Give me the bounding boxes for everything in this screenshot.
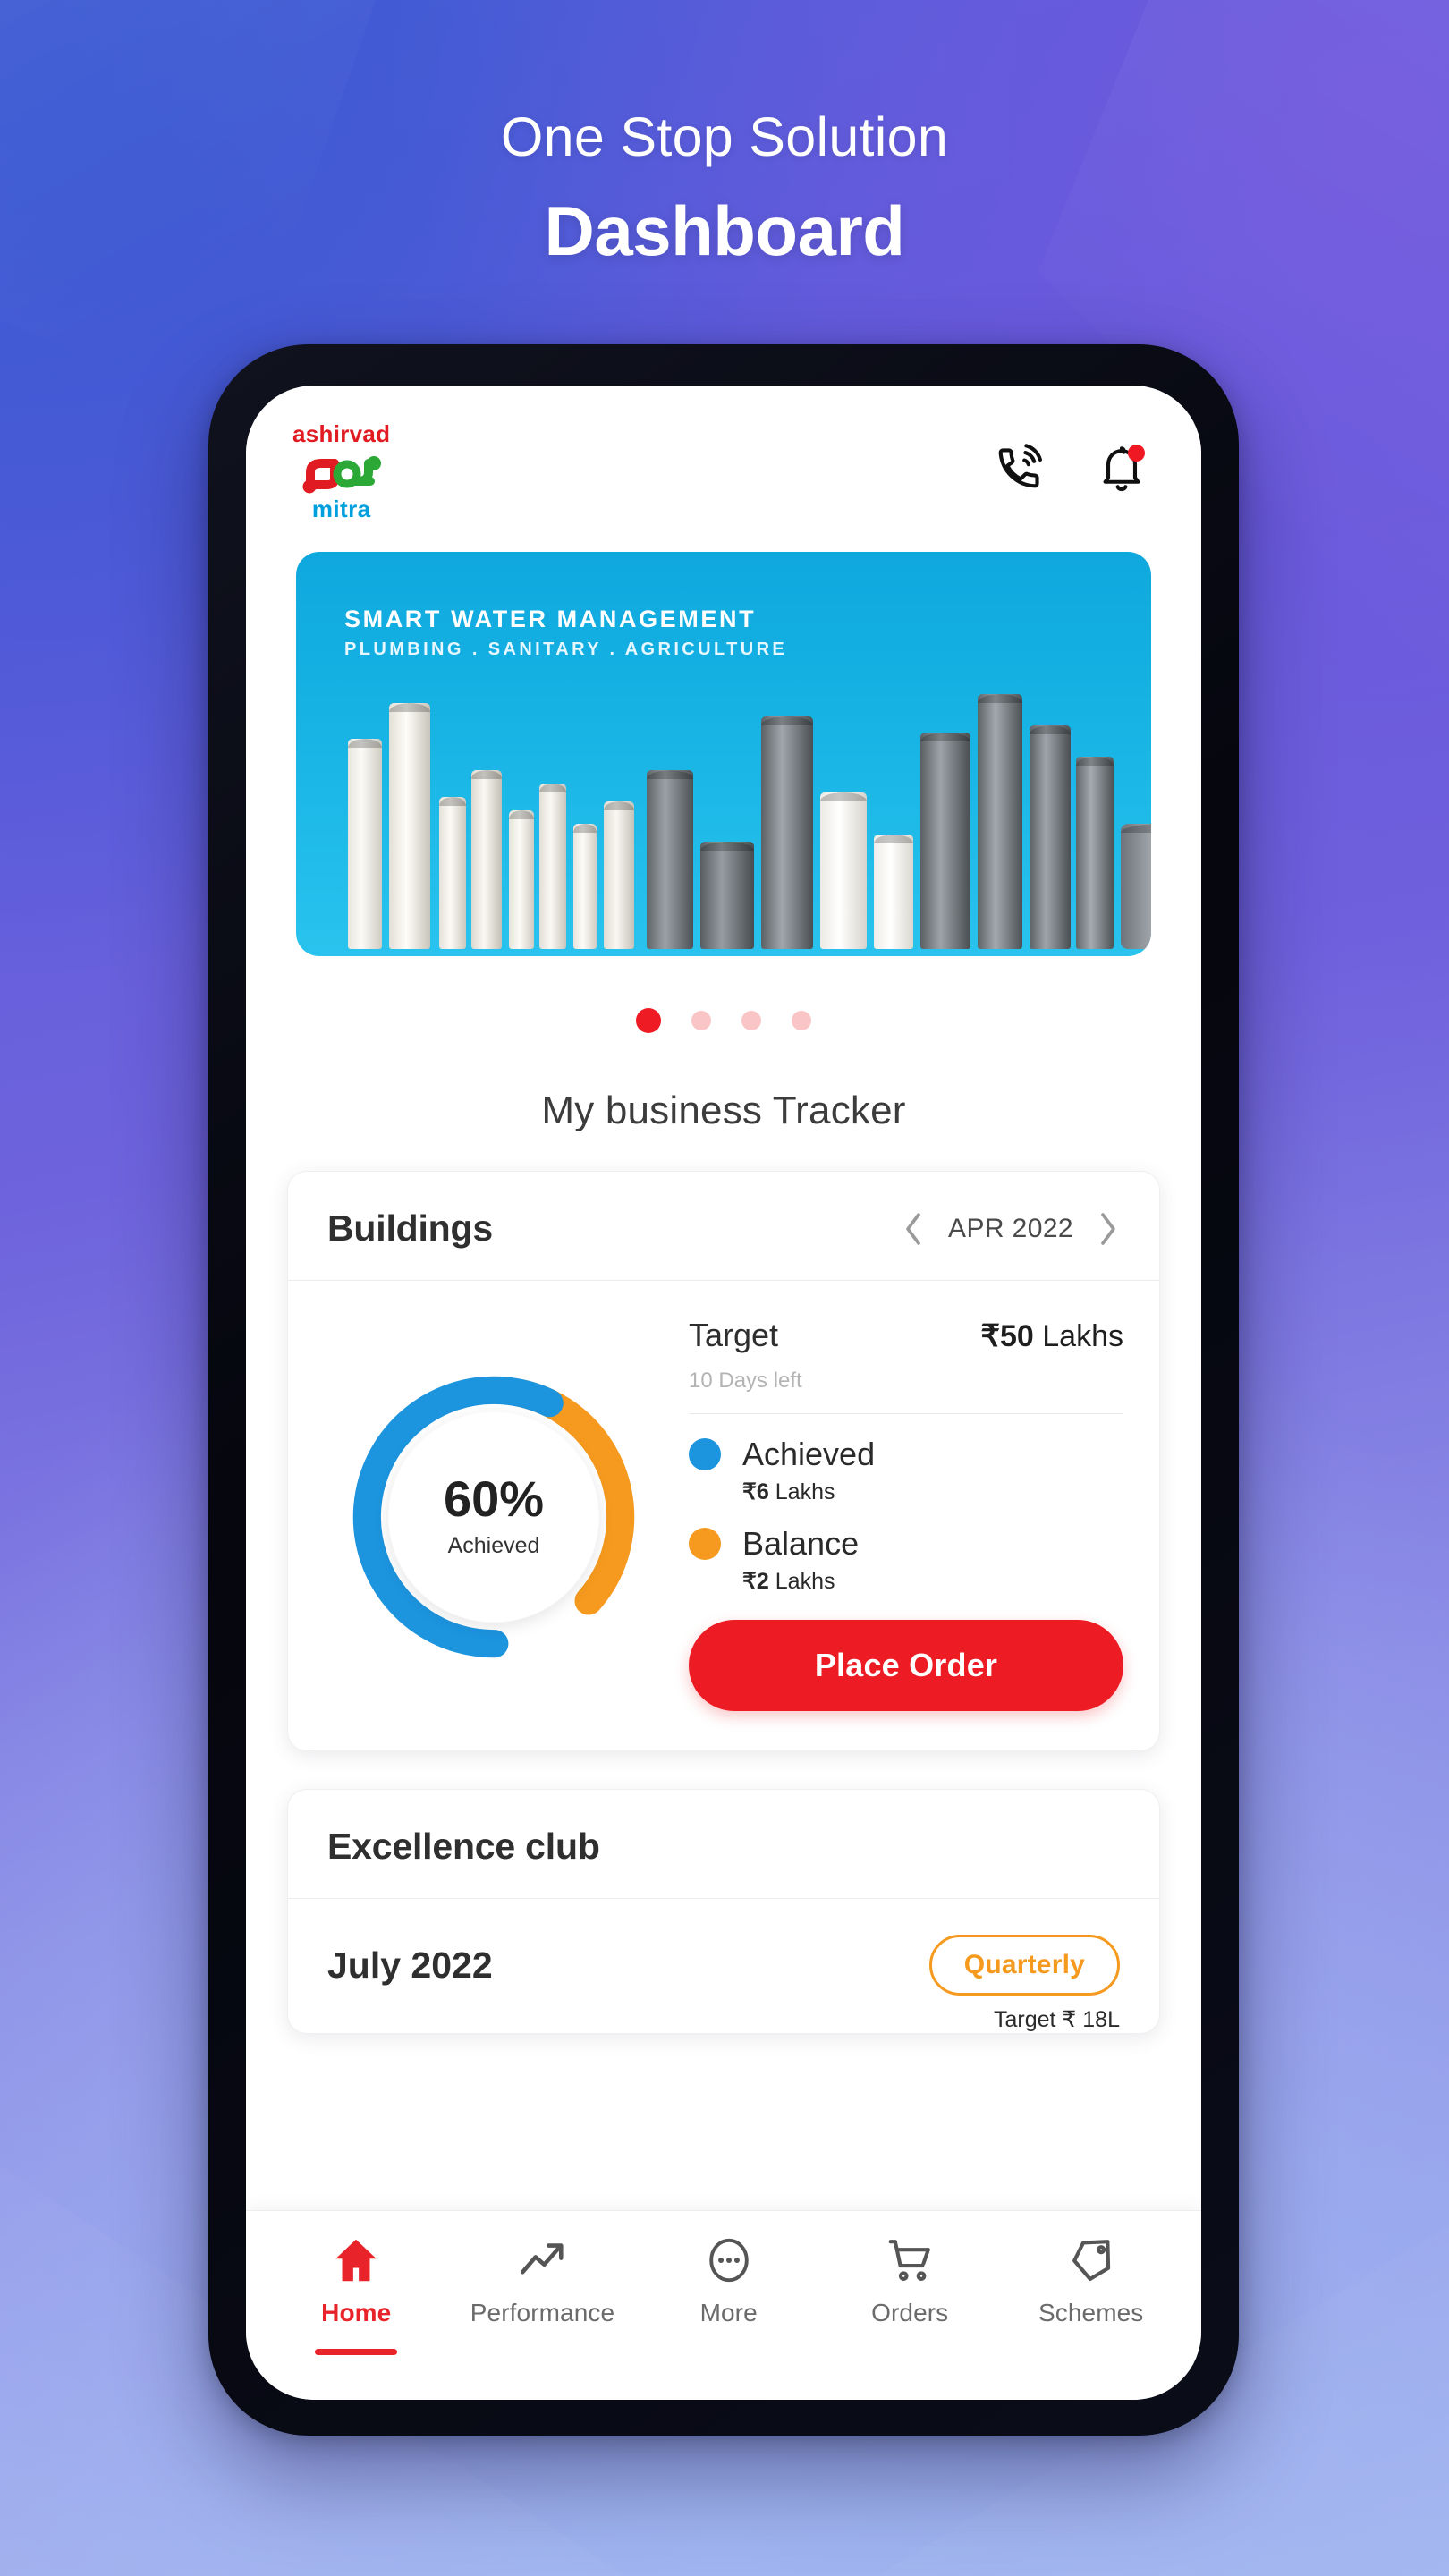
ashirvad-logo-mark bbox=[302, 456, 381, 494]
legend-item-balance: Balance ₹2 Lakhs bbox=[689, 1525, 1123, 1595]
legend-amount-achieved: ₹6 bbox=[742, 1479, 769, 1504]
home-icon bbox=[328, 2234, 384, 2286]
nav-item-orders[interactable]: Orders bbox=[843, 2234, 977, 2327]
banner-subtitle: PLUMBING . SANITARY . AGRICULTURE bbox=[344, 640, 788, 659]
business-tracker-card: Buildings APR 2022 60% Achieved Target ₹… bbox=[287, 1171, 1160, 1751]
carousel-dot-4[interactable] bbox=[792, 1011, 811, 1030]
brand-name-bottom: mitra bbox=[311, 496, 371, 522]
tracker-stats-column: Target ₹50 Lakhs 10 Days left Achieved ₹… bbox=[673, 1311, 1123, 1711]
banner-product-image bbox=[296, 681, 1151, 949]
legend-amount-balance: ₹2 bbox=[742, 1569, 769, 1594]
nav-item-performance[interactable]: Performance bbox=[470, 2234, 614, 2327]
trending-up-icon bbox=[514, 2234, 570, 2286]
legend-name-balance: Balance bbox=[742, 1525, 860, 1562]
nav-label-more: More bbox=[699, 2299, 758, 2326]
notification-badge bbox=[1128, 445, 1145, 462]
tracker-card-body: 60% Achieved Target ₹50 Lakhs 10 Days le… bbox=[288, 1281, 1159, 1750]
legend-unit-achieved: Lakhs bbox=[775, 1479, 835, 1504]
period-label: APR 2022 bbox=[948, 1213, 1073, 1243]
section-title: My business Tracker bbox=[541, 1089, 906, 1132]
tag-icon bbox=[1063, 2234, 1119, 2286]
excellence-card-title: Excellence club bbox=[327, 1826, 600, 1867]
donut-percent-caption: Achieved bbox=[447, 1533, 540, 1558]
excellence-card-header: Excellence club bbox=[288, 1790, 1159, 1899]
app-header: ashirvad mitra bbox=[246, 386, 1201, 552]
legend-swatch-balance bbox=[689, 1528, 721, 1560]
target-amount: ₹50 bbox=[980, 1319, 1034, 1353]
shopping-cart-icon bbox=[882, 2234, 937, 2286]
more-dots-icon bbox=[701, 2234, 757, 2286]
legend-value-achieved: ₹6 Lakhs bbox=[742, 1479, 1123, 1505]
legend-item-achieved: Achieved ₹6 Lakhs bbox=[689, 1436, 1123, 1505]
stats-divider bbox=[689, 1413, 1123, 1414]
headline-eyebrow: One Stop Solution bbox=[500, 106, 949, 167]
donut-percent: 60% bbox=[443, 1470, 545, 1527]
banner-title: SMART WATER MANAGEMENT bbox=[344, 606, 757, 632]
excellence-target-text: Target ₹ 18L bbox=[994, 2007, 1120, 2032]
legend-unit-balance: Lakhs bbox=[775, 1569, 835, 1594]
chevron-left-icon[interactable] bbox=[902, 1211, 925, 1247]
bell-icon[interactable] bbox=[1096, 443, 1148, 495]
phone-mockup: ashirvad mitra SMART WATER MANAGEMENT PL… bbox=[208, 344, 1239, 2436]
nav-active-indicator bbox=[315, 2349, 398, 2355]
banner-carousel[interactable]: SMART WATER MANAGEMENT PLUMBING . SANITA… bbox=[246, 552, 1201, 956]
nav-label-schemes: Schemes bbox=[1038, 2299, 1144, 2326]
phone-call-icon[interactable] bbox=[992, 443, 1044, 495]
tracker-card-title: Buildings bbox=[327, 1208, 493, 1249]
page-headline: One Stop Solution Dashboard bbox=[0, 106, 1449, 270]
tracker-card-header: Buildings APR 2022 bbox=[288, 1172, 1159, 1281]
nav-item-schemes[interactable]: Schemes bbox=[1024, 2234, 1158, 2327]
carousel-dot-3[interactable] bbox=[741, 1011, 761, 1030]
page-title: Dashboard bbox=[544, 191, 905, 271]
donut-chart-column: 60% Achieved bbox=[324, 1311, 664, 1711]
header-actions bbox=[992, 443, 1148, 495]
phone-screen: ashirvad mitra SMART WATER MANAGEMENT PL… bbox=[246, 386, 1201, 2400]
bottom-navigation: Home Performance More Orders Schemes bbox=[246, 2210, 1201, 2400]
chevron-right-icon[interactable] bbox=[1097, 1211, 1120, 1247]
nav-item-home[interactable]: Home bbox=[289, 2234, 423, 2355]
banner-slide[interactable]: SMART WATER MANAGEMENT PLUMBING . SANITA… bbox=[296, 552, 1151, 956]
target-unit: Lakhs bbox=[1042, 1319, 1123, 1353]
donut-center-label: 60% Achieved bbox=[388, 1411, 599, 1623]
app-logo[interactable]: ashirvad mitra bbox=[292, 417, 390, 521]
nav-label-orders: Orders bbox=[871, 2299, 949, 2326]
target-row: Target ₹50 Lakhs bbox=[689, 1317, 1123, 1354]
days-left-text: 10 Days left bbox=[689, 1368, 802, 1393]
excellence-month-row: July 2022 Quarterly bbox=[288, 1899, 1159, 2006]
period-selector[interactable]: APR 2022 bbox=[902, 1211, 1120, 1247]
quarterly-badge[interactable]: Quarterly bbox=[928, 1935, 1120, 1996]
nav-label-home: Home bbox=[321, 2299, 392, 2326]
place-order-button[interactable]: Place Order bbox=[689, 1620, 1123, 1711]
carousel-dots[interactable] bbox=[246, 1008, 1201, 1033]
carousel-dot-1[interactable] bbox=[636, 1008, 661, 1033]
progress-donut-chart: 60% Achieved bbox=[342, 1365, 646, 1669]
legend-name-achieved: Achieved bbox=[742, 1436, 876, 1472]
target-label: Target bbox=[689, 1317, 779, 1353]
excellence-month: July 2022 bbox=[327, 1944, 493, 1986]
legend-swatch-achieved bbox=[689, 1438, 721, 1470]
brand-name-top: ashirvad bbox=[292, 420, 391, 447]
target-value: ₹50 Lakhs bbox=[980, 1318, 1123, 1354]
nav-item-more[interactable]: More bbox=[662, 2234, 796, 2327]
legend-value-balance: ₹2 Lakhs bbox=[742, 1568, 1123, 1595]
carousel-dot-2[interactable] bbox=[691, 1011, 711, 1030]
nav-label-performance: Performance bbox=[470, 2299, 615, 2326]
excellence-club-card: Excellence club July 2022 Quarterly Targ… bbox=[287, 1789, 1160, 2034]
